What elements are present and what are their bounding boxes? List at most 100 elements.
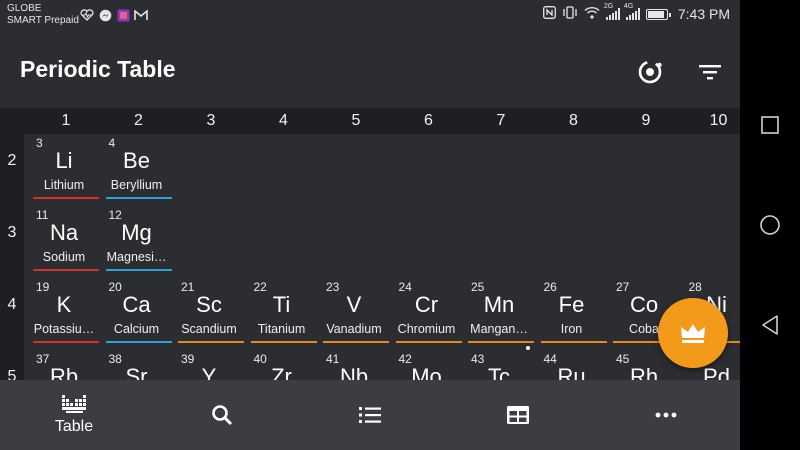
element-cell[interactable]: 3 Li Lithium [28, 134, 100, 202]
app-screen: GLOBE SMART Prepaid 2G 4G 7:43 PM Period… [0, 0, 740, 450]
element-symbol: Be [123, 148, 150, 173]
element-cell[interactable]: 11 Na Sodium [28, 206, 100, 274]
element-cell[interactable]: 40 Zr [246, 350, 318, 380]
element-cell[interactable]: 21 Sc Scandium [173, 278, 245, 346]
column-number: 8 [569, 112, 578, 129]
recents-button[interactable] [758, 113, 782, 137]
element-name: Calcium [113, 322, 160, 336]
back-icon [762, 315, 778, 335]
status-bar: GLOBE SMART Prepaid 2G 4G 7:43 PM [0, 0, 740, 32]
crown-icon [681, 324, 705, 343]
element-cell[interactable]: 22 Ti Titanium [246, 278, 318, 346]
element-symbol: Mn [483, 292, 515, 317]
category-bar [540, 341, 607, 343]
nav-item-grid[interactable] [444, 380, 592, 450]
category-bar [33, 197, 99, 199]
grid-icon [507, 406, 529, 424]
element-name: Sodium [42, 250, 86, 264]
bottom-navigation: Table [0, 380, 740, 450]
element-symbol: Ti [272, 292, 291, 317]
nav-item-more[interactable] [592, 380, 740, 450]
row-number: 5 [7, 368, 17, 380]
element-name: Lithium [43, 178, 85, 192]
element-cell[interactable]: 25 Mn Mangan… [463, 278, 535, 346]
row-number: 4 [7, 296, 17, 313]
scroll-indicator [526, 346, 530, 350]
element-cell[interactable]: 4 Be Beryllium [101, 134, 173, 202]
nav-item-search[interactable] [148, 380, 296, 450]
nav-item-label: Table [54, 418, 94, 435]
page-title: Periodic Table [20, 56, 176, 82]
carrier-line-2: SMART Prepaid [7, 15, 79, 26]
nav-item-list[interactable] [296, 380, 444, 450]
status-indicators: 2G 4G 7:43 PM [542, 3, 730, 22]
element-cell[interactable]: 20 Ca Calcium [101, 278, 173, 346]
element-symbol: Cr [414, 292, 439, 317]
element-name: Titanium [257, 322, 306, 336]
network-type-a: 2G [603, 3, 614, 10]
element-symbol: Fe [558, 292, 585, 317]
battery-icon [645, 8, 671, 20]
nav-item-table[interactable]: Table [0, 380, 148, 450]
element-name: Iron [560, 322, 583, 336]
element-cell[interactable]: 12 Mg Magnesi… [101, 206, 173, 274]
element-cell[interactable]: 38 Sr [101, 350, 173, 380]
category-bar [395, 341, 462, 343]
network-type-b: 4G [623, 3, 634, 10]
element-cell[interactable]: 24 Cr Chromium [391, 278, 463, 346]
back-button[interactable] [758, 313, 782, 337]
more-icon [655, 412, 677, 418]
element-symbol: Zr [271, 364, 292, 380]
element-symbol: Mo [411, 364, 442, 380]
filter-button[interactable] [694, 56, 726, 88]
element-symbol: Rh [629, 364, 659, 380]
element-symbol: Mg [121, 220, 152, 245]
heart-rate-icon [80, 8, 94, 22]
element-name: Vanadium [326, 322, 382, 336]
search-icon [212, 405, 233, 426]
element-symbol: Li [55, 148, 73, 173]
row-number: 3 [7, 224, 17, 241]
system-navigation-bar [740, 0, 800, 450]
element-symbol: Na [49, 220, 79, 245]
element-name: Beryllium [110, 178, 163, 192]
carrier-label: GLOBE SMART Prepaid [7, 3, 79, 27]
column-number: 4 [279, 112, 288, 129]
element-name: Mangan… [470, 322, 528, 336]
signal-icon: 4G [624, 3, 640, 20]
element-cell[interactable]: 19 K Potassiu… [28, 278, 100, 346]
element-symbol: Ru [557, 364, 586, 380]
premium-button[interactable] [658, 298, 728, 368]
category-bar [105, 197, 172, 199]
element-cell[interactable]: 44 Ru [536, 350, 608, 380]
element-cell[interactable]: 26 Fe Iron [536, 278, 608, 346]
element-cell[interactable]: 39 Y [173, 350, 245, 380]
element-name: Scandium [181, 322, 237, 336]
column-number: 9 [641, 112, 651, 129]
element-cell[interactable]: 23 V Vanadium [318, 278, 390, 346]
element-name: Potassiu… [33, 322, 95, 336]
element-cell[interactable]: 41 Nb [318, 350, 390, 380]
vibrate-icon [562, 6, 578, 22]
notification-icons [80, 8, 148, 22]
gmail-icon [134, 8, 148, 22]
element-cell[interactable]: 43 Tc [463, 350, 535, 380]
atom-button[interactable] [634, 56, 666, 88]
column-number: 3 [206, 112, 216, 129]
category-bar [105, 269, 172, 271]
signal-icon: 2G [604, 3, 620, 20]
element-cell[interactable]: 37 Rb [28, 350, 100, 380]
element-name: Magnesi… [106, 250, 167, 264]
category-bar [468, 341, 534, 343]
periodic-table[interactable]: 1 2 3 4 5 6 7 8 9 10 2 3 4 5 3 Li Lithium 4 Be Beryllium 1… [0, 108, 740, 380]
element-cell[interactable]: 42 Mo [391, 350, 463, 380]
row-number: 2 [7, 152, 17, 169]
element-symbol: Sc [196, 292, 222, 317]
element-symbol: Nb [339, 364, 369, 380]
category-bar [250, 341, 317, 343]
element-symbol: Sr [125, 364, 148, 380]
home-button[interactable] [758, 213, 782, 237]
category-bar [178, 341, 244, 343]
app-icon [116, 8, 130, 22]
element-symbol: Tc [488, 364, 510, 380]
